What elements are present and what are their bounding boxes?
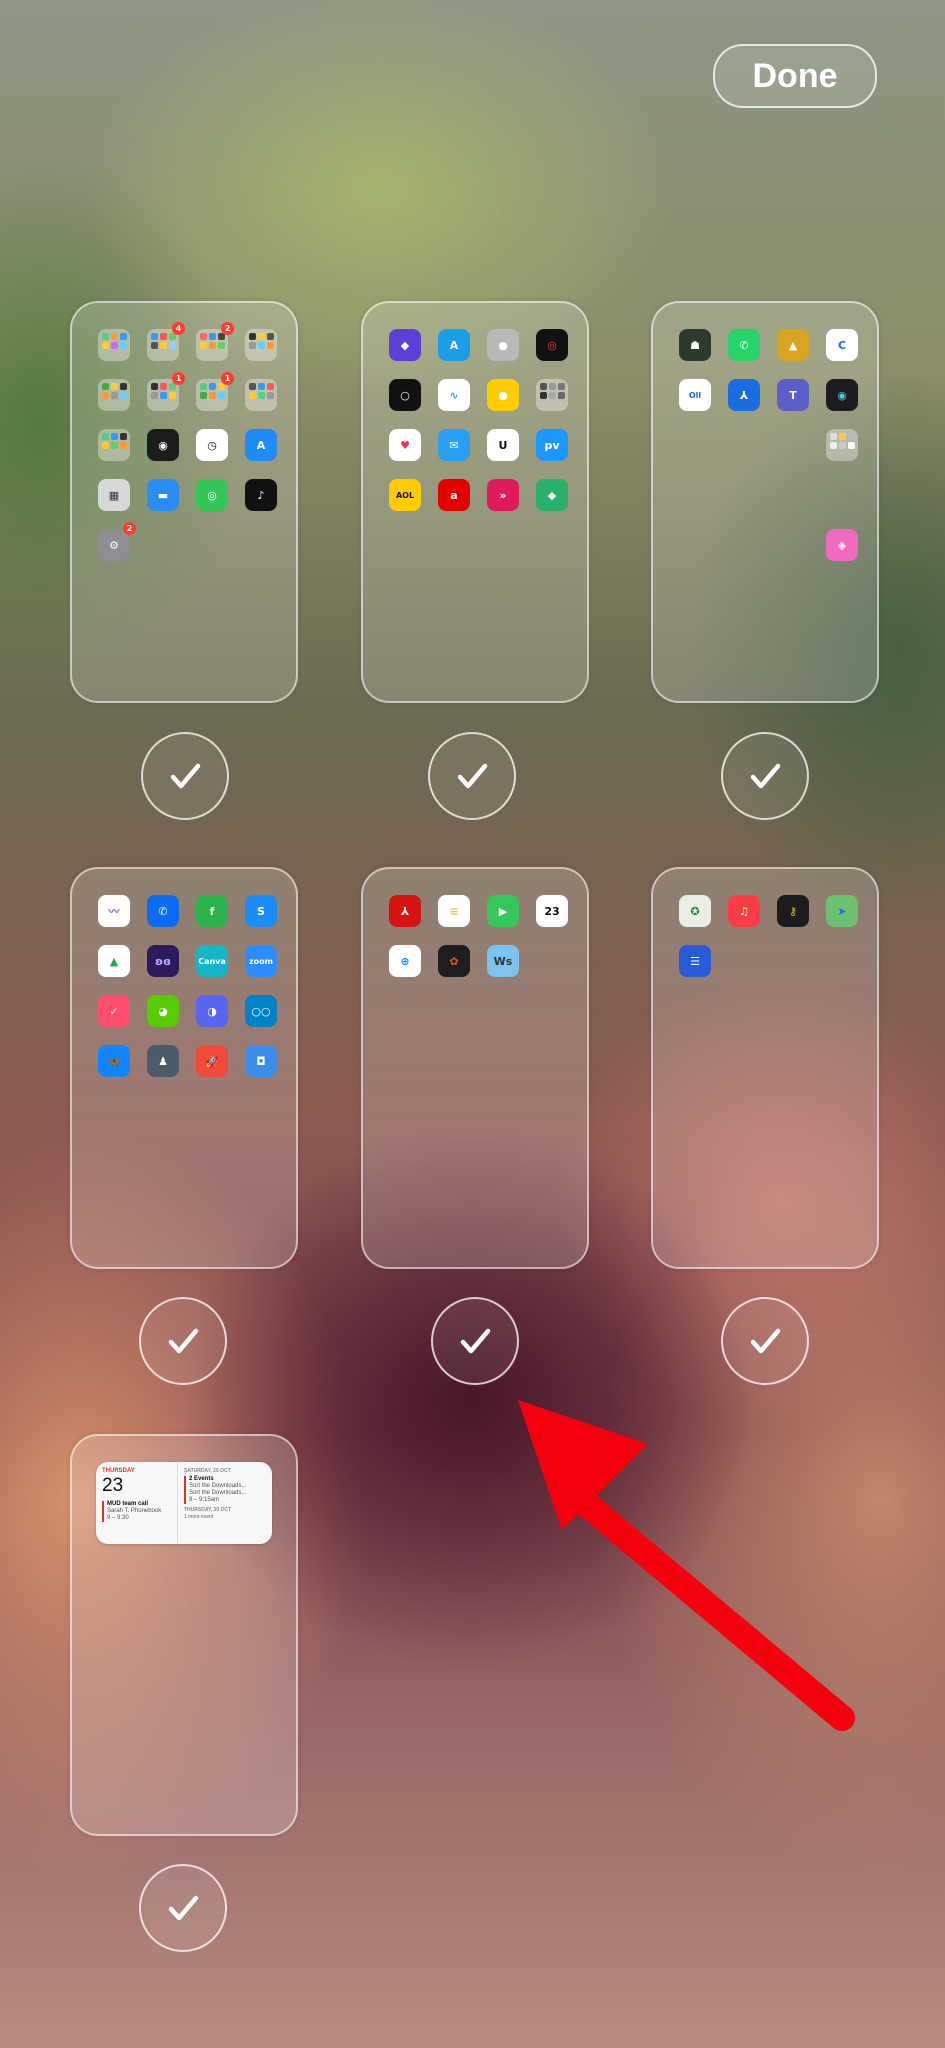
arrow-shaft	[547, 1469, 855, 1731]
red-arrow-annotation	[518, 1400, 855, 1731]
